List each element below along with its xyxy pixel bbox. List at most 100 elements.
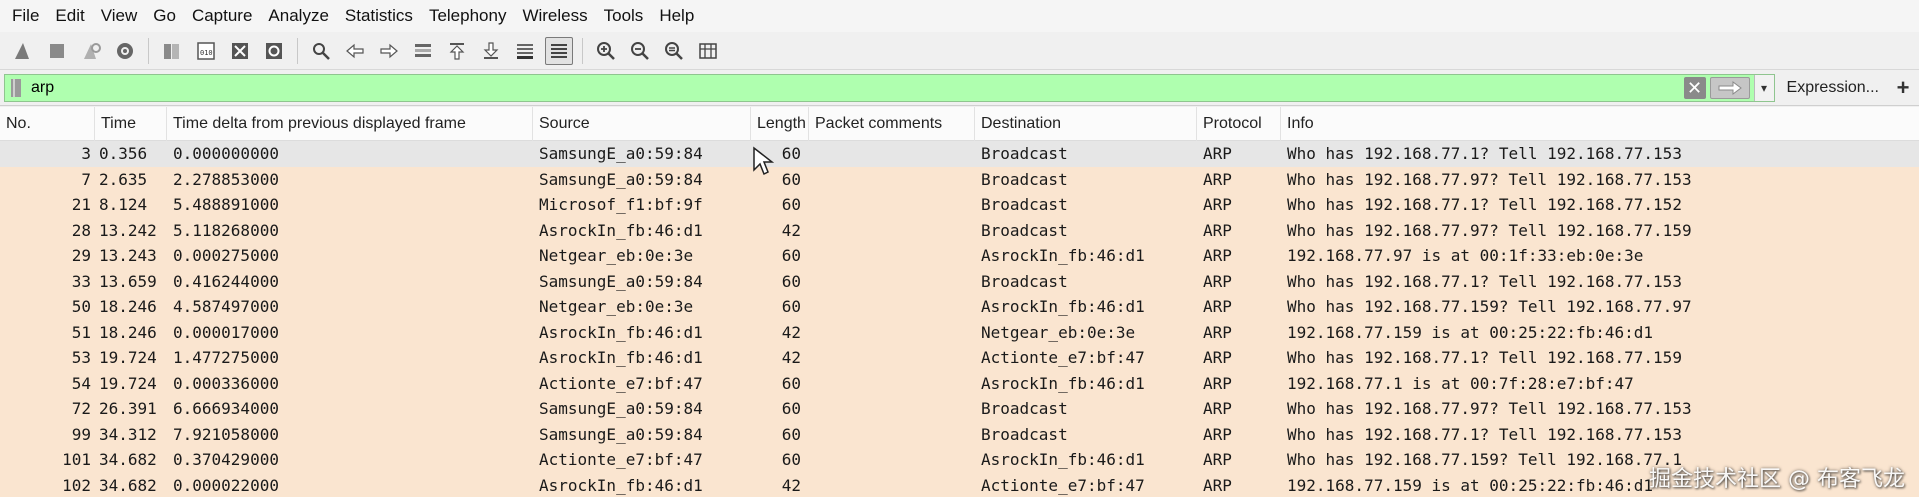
clear-filter-button[interactable]: ✕ [1683,76,1706,99]
packet-protocol: ARP [1203,169,1232,189]
packet-source: SamsungE_a0:59:84 [539,399,703,419]
table-row[interactable]: 101 34.682 0.370429000 Actionte_e7:bf:47 60 A… [0,447,1919,473]
packet-info: 192.168.77.97 is at 00:1f:33:eb:0e:3e [1287,246,1644,266]
reload-file-button[interactable] [260,37,288,65]
packet-info: Who has 192.168.77.97? Tell 192.168.77.1… [1287,399,1692,419]
colorize-list-icon [551,43,567,58]
save-file-button[interactable]: 010 [192,37,220,65]
packet-protocol: ARP [1203,195,1232,215]
find-packet-button[interactable] [307,37,335,65]
arrow-right-icon [380,43,398,58]
table-row[interactable]: 99 34.312 7.921058000 SamsungE_a0:59:84 60 Br… [0,421,1919,447]
packet-source: SamsungE_a0:59:84 [539,169,703,189]
colorize-button[interactable] [545,36,573,65]
filter-bookmark-button[interactable] [5,75,27,101]
add-filter-button[interactable]: + [1891,74,1915,102]
folder-icon [164,43,179,59]
menu-tools[interactable]: Tools [596,0,652,32]
auto-scroll-button[interactable] [511,37,539,65]
packet-list: No. Time Time delta from previous displa… [0,107,1919,497]
menu-analyze[interactable]: Analyze [260,0,336,32]
resize-columns-button[interactable] [694,37,722,65]
packet-time: 13.243 [99,246,157,266]
table-row[interactable]: 28 13.242 5.118268000 AsrockIn_fb:46:d1 42 Br… [0,217,1919,243]
zoom-in-button[interactable] [592,37,620,65]
display-filter-input[interactable] [27,74,1684,101]
column-header-length[interactable]: Length [751,107,809,141]
table-row[interactable]: 72 26.391 6.666934000 SamsungE_a0:59:84 60 Br… [0,396,1919,422]
packet-time-delta: 0.000022000 [173,475,279,495]
expression-button[interactable]: Expression... [1775,74,1891,102]
packet-time-delta: 0.000336000 [173,373,279,393]
packet-number: 102 [62,475,91,495]
packet-time: 8.124 [99,195,148,215]
column-header-time[interactable]: Time [95,107,167,141]
menu-statistics[interactable]: Statistics [337,0,421,32]
packet-number: 101 [62,450,91,470]
zoom-out-button[interactable] [626,37,654,65]
column-header-source[interactable]: Source [533,107,751,141]
packet-info: Who has 192.168.77.1? Tell 192.168.77.15… [1287,195,1682,215]
close-icon: ✕ [1686,77,1703,98]
column-header-destination[interactable]: Destination [975,107,1197,141]
table-row[interactable]: 33 13.659 0.416244000 SamsungE_a0:59:84 60 Br… [0,268,1919,294]
capture-options-button[interactable] [111,37,139,65]
menu-file[interactable]: File [4,0,47,32]
close-file-button[interactable] [226,37,254,65]
table-row[interactable]: 29 13.243 0.000275000 Netgear_eb:0e:3e 60 Asr… [0,243,1919,269]
open-file-button[interactable] [158,37,186,65]
column-header-protocol[interactable]: Protocol [1197,107,1281,141]
column-header-packet-comments[interactable]: Packet comments [809,107,975,141]
packet-number: 51 [71,322,91,342]
packet-source: AsrockIn_fb:46:d1 [539,322,703,342]
table-row[interactable]: 3 0.356 0.000000000 SamsungE_a0:59:84 60 Broa… [0,141,1919,167]
last-packet-button[interactable] [477,37,505,65]
table-row[interactable]: 50 18.246 4.587497000 Netgear_eb:0e:3e 60 Asr… [0,294,1919,320]
menu-capture[interactable]: Capture [184,0,260,32]
arrow-top-icon [449,42,465,60]
stop-capture-button[interactable] [43,37,71,65]
apply-filter-button[interactable] [1709,76,1750,99]
svg-text:010: 010 [200,49,213,57]
first-packet-button[interactable] [443,37,471,65]
table-row[interactable]: 7 2.635 2.278853000 SamsungE_a0:59:84 60 Broa… [0,166,1919,192]
close-file-icon [232,42,248,59]
menu-wireless[interactable]: Wireless [514,0,595,32]
menu-telephony[interactable]: Telephony [421,0,515,32]
main-toolbar: 010 [0,32,1919,70]
column-header-time-delta[interactable]: Time delta from previous displayed frame [167,107,533,141]
normal-size-button[interactable] [660,37,688,65]
table-row[interactable]: 51 18.246 0.000017000 AsrockIn_fb:46:d1 42 Ne… [0,319,1919,345]
packet-time-delta: 0.000000000 [173,144,279,164]
menu-view[interactable]: View [93,0,146,32]
reload-icon [266,42,282,59]
column-header-no[interactable]: No. [0,107,95,141]
packet-info: 192.168.77.1 is at 00:7f:28:e7:bf:47 [1287,373,1634,393]
display-filter-bar: ✕ ▾ Expression... + [0,70,1919,106]
restart-capture-button[interactable] [77,37,105,65]
packet-destination: Actionte_e7:bf:47 [981,475,1145,495]
table-row[interactable]: 102 34.682 0.000022000 AsrockIn_fb:46:d1 42 A… [0,472,1919,497]
column-header-info[interactable]: Info [1281,107,1919,141]
zoom-out-icon [631,41,649,60]
go-forward-button[interactable] [375,37,403,65]
packet-time: 13.242 [99,220,157,240]
recent-filters-dropdown[interactable]: ▾ [1753,74,1774,101]
menu-edit[interactable]: Edit [47,0,92,32]
menu-help[interactable]: Help [651,0,702,32]
packet-number: 33 [71,271,91,291]
packet-number: 3 [81,144,91,164]
menu-go[interactable]: Go [145,0,184,32]
table-row[interactable]: 21 8.124 5.488891000 Microsof_f1:bf:9f 60 Bro… [0,192,1919,218]
table-row[interactable]: 54 19.724 0.000336000 Actionte_e7:bf:47 60 As… [0,370,1919,396]
packet-time-delta: 7.921058000 [173,424,279,444]
start-capture-button[interactable] [9,37,37,65]
go-to-packet-button[interactable] [409,37,437,65]
go-back-button[interactable] [341,37,369,65]
table-row[interactable]: 53 19.724 1.477275000 AsrockIn_fb:46:d1 42 Ac… [0,345,1919,371]
packet-protocol: ARP [1203,144,1232,164]
arrow-left-icon [346,43,364,58]
packet-time: 18.246 [99,297,157,317]
display-filter-field: ✕ ▾ [4,73,1775,102]
packet-time: 19.724 [99,373,157,393]
